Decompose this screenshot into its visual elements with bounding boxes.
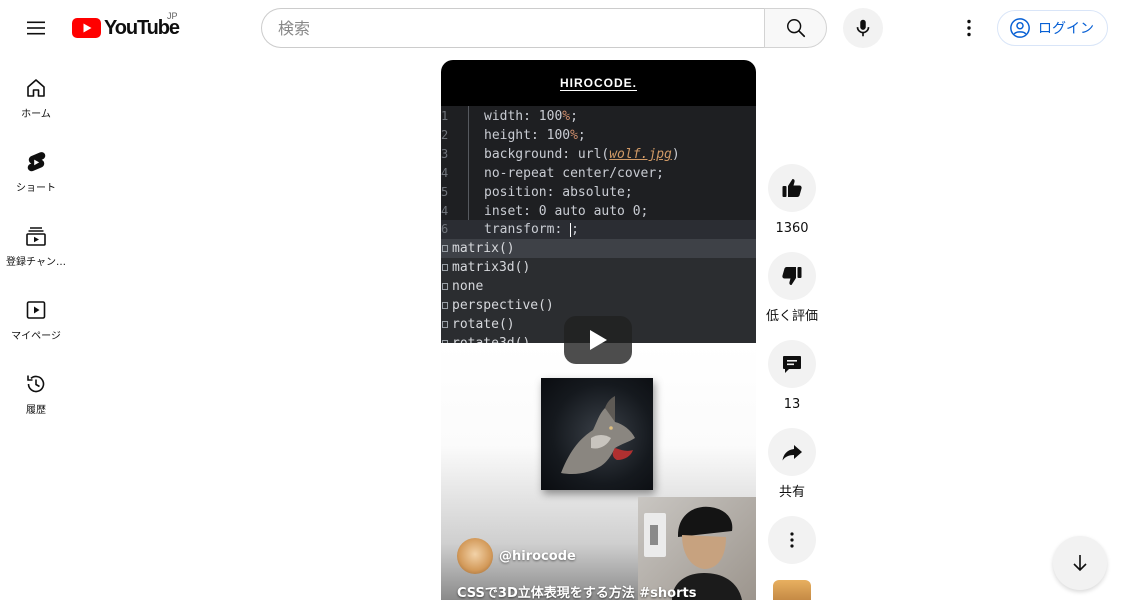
vertical-dots-icon (790, 532, 794, 548)
search-button[interactable] (764, 8, 827, 48)
code-line: 4 no-repeat center/cover; (441, 166, 665, 181)
dislike-button[interactable] (768, 252, 816, 300)
more-actions-button[interactable] (768, 516, 816, 564)
guide-item-shorts[interactable]: ショート (0, 130, 72, 204)
autocomplete-item: perspective() (441, 296, 756, 315)
home-icon (27, 79, 45, 97)
code-line: 3 background: url(wolf.jpg) (441, 147, 680, 162)
guide-label: 履歴 (26, 405, 46, 416)
guide-item-history[interactable]: 履歴 (0, 352, 72, 426)
like-count: 1360 (775, 221, 809, 236)
guide-label: ショート (16, 183, 56, 194)
next-video-button[interactable] (1053, 536, 1107, 590)
channel-avatar[interactable] (457, 538, 493, 574)
comment-icon (783, 356, 801, 373)
share-action: 共有 (762, 428, 822, 516)
channel-info: @hirocode (457, 538, 576, 574)
hamburger-menu-icon (27, 21, 45, 35)
mini-guide: ホーム ショート 登録チャン… マイページ 履歴 (0, 56, 72, 426)
history-icon (27, 375, 45, 393)
account-circle-icon (1010, 18, 1030, 38)
dislike-action: 低く評価 (762, 252, 822, 340)
vertical-dots-icon (967, 19, 971, 37)
youtube-play-logo-icon (72, 18, 101, 38)
thumbs-up-icon (782, 179, 802, 197)
voice-search-button[interactable] (843, 8, 883, 48)
country-code: JP (167, 11, 178, 21)
like-action: 1360 (762, 164, 822, 252)
login-label: ログイン (1038, 21, 1094, 37)
guide-item-you[interactable]: マイページ (0, 278, 72, 352)
share-button[interactable] (768, 428, 816, 476)
method-icon (442, 321, 448, 328)
more-action (762, 516, 822, 576)
guide-label: マイページ (11, 331, 61, 342)
login-button[interactable]: ログイン (997, 10, 1108, 46)
video-brand-bar: HIROCODE. (441, 60, 756, 106)
play-button[interactable] (564, 316, 632, 364)
share-icon (782, 445, 802, 461)
code-editor-frame: 1 width: 100%; 2 height: 100%; 3 backgro… (441, 106, 756, 343)
youtube-logo[interactable]: YouTube (72, 15, 180, 41)
subscriptions-icon (26, 227, 46, 246)
share-label: 共有 (778, 485, 805, 500)
method-icon (442, 283, 448, 290)
guide-menu-button[interactable] (16, 8, 56, 48)
video-title[interactable]: CSSで3D立体表現をする方法 #shorts (457, 582, 696, 600)
search-icon (786, 19, 805, 38)
autocomplete-item: matrix() (441, 239, 756, 258)
shorts-actions: 1360 低く評価 13 共有 (762, 164, 822, 576)
code-line: 4 inset: 0 auto auto 0; (441, 204, 649, 219)
method-icon (442, 302, 448, 309)
code-line-active: 6 transform: ; (441, 220, 756, 239)
wolf-image (541, 378, 653, 490)
method-icon (442, 245, 448, 252)
autocomplete-item: matrix3d() (441, 258, 756, 277)
search-input[interactable] (261, 8, 764, 48)
sound-source-avatar[interactable] (773, 580, 811, 600)
method-icon (442, 264, 448, 271)
shorts-player[interactable]: HIROCODE. 1 width: 100%; 2 height: 100%;… (441, 60, 756, 600)
code-line: 5 position: absolute; (441, 185, 633, 200)
dislike-label: 低く評価 (765, 309, 818, 324)
like-button[interactable] (768, 164, 816, 212)
comments-button[interactable] (768, 340, 816, 388)
microphone-icon (856, 19, 870, 37)
brand-wordmark: HIROCODE. (559, 75, 637, 91)
guide-item-home[interactable]: ホーム (0, 56, 72, 130)
play-icon (590, 330, 607, 350)
wolf-icon (561, 396, 635, 475)
comment-count: 13 (783, 397, 801, 412)
search-box (261, 8, 827, 48)
thumbs-down-icon (782, 267, 802, 285)
guide-label: ホーム (21, 109, 51, 120)
code-line: 2 height: 100%; (441, 128, 586, 143)
channel-name[interactable]: @hirocode (499, 549, 576, 564)
settings-menu-button[interactable] (949, 8, 989, 48)
you-icon (26, 301, 46, 319)
arrow-down-icon (1073, 555, 1087, 572)
comment-action: 13 (762, 340, 822, 428)
guide-label: 登録チャン… (6, 257, 66, 268)
autocomplete-item: none (441, 277, 756, 296)
code-line: 1 width: 100%; (441, 109, 578, 124)
masthead: YouTube JP ログイン (0, 0, 1124, 56)
guide-item-subscriptions[interactable]: 登録チャン… (0, 204, 72, 278)
shorts-icon (27, 152, 46, 172)
